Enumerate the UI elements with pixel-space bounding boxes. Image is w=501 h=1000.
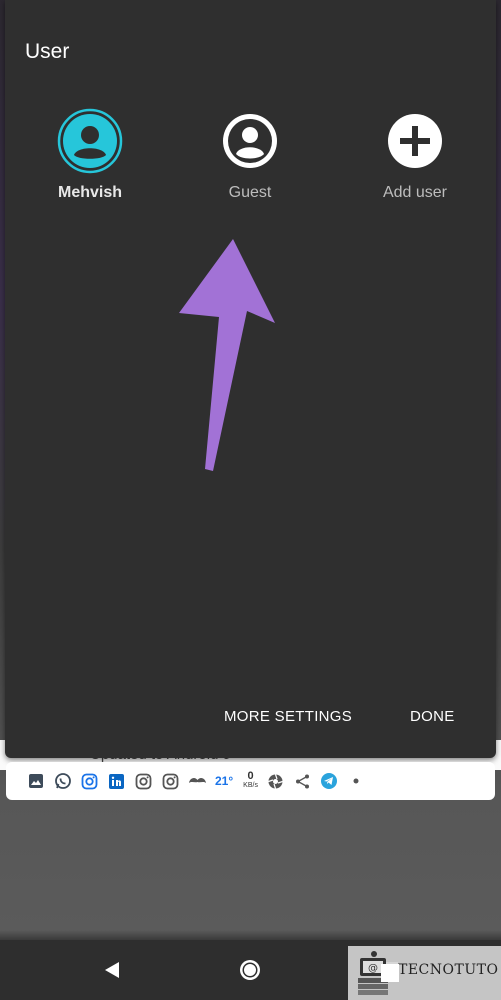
recents-icon-overlap [381,964,399,982]
net-speed-unit: KB/s [243,782,258,789]
instagram-icon [80,772,99,791]
dialog-title: User [25,40,70,63]
annotation-arrow-icon [179,239,275,471]
telegram-icon [320,772,339,791]
instagram-icon [134,772,153,791]
home-icon [240,960,260,980]
add-circle-icon [382,108,448,174]
svg-text:@: @ [368,963,378,974]
temperature-text: 21° [215,774,234,788]
done-button[interactable]: DONE [410,708,455,725]
more-settings-button[interactable]: MORE SETTINGS [224,708,352,725]
mustache-icon [188,772,207,791]
home-button[interactable] [230,940,270,1000]
dot-icon [347,772,366,791]
net-speed-indicator: 0 KB/s [243,770,258,790]
whatsapp-icon [53,772,72,791]
watermark-text: TECNOTUTO [398,962,499,978]
linkedin-icon [107,772,126,791]
instagram-icon [161,772,180,791]
user-name-label: Guest [228,184,272,201]
back-icon [105,962,119,978]
user-name-label: Mehvish [57,184,122,201]
net-speed-value: 0 [247,770,254,782]
account-circle-outline-icon [217,108,283,174]
notification-status-bar: 21° 0 KB/s [6,762,495,800]
user-item-add-user[interactable]: Add user [345,108,485,202]
user-item-guest[interactable]: Guest [180,108,320,202]
gallery-icon [26,772,45,791]
account-circle-icon [57,108,123,174]
share-icon [293,772,312,791]
user-switcher-dialog: User Mehvish Guest Add user MORE SETTING… [5,0,496,758]
user-name-label: Add user [382,184,448,201]
user-item-mehvish[interactable]: Mehvish [20,108,160,202]
aperture-icon [266,772,285,791]
watermark: @ TECNOTUTO [348,946,501,1000]
back-button[interactable] [92,940,132,1000]
